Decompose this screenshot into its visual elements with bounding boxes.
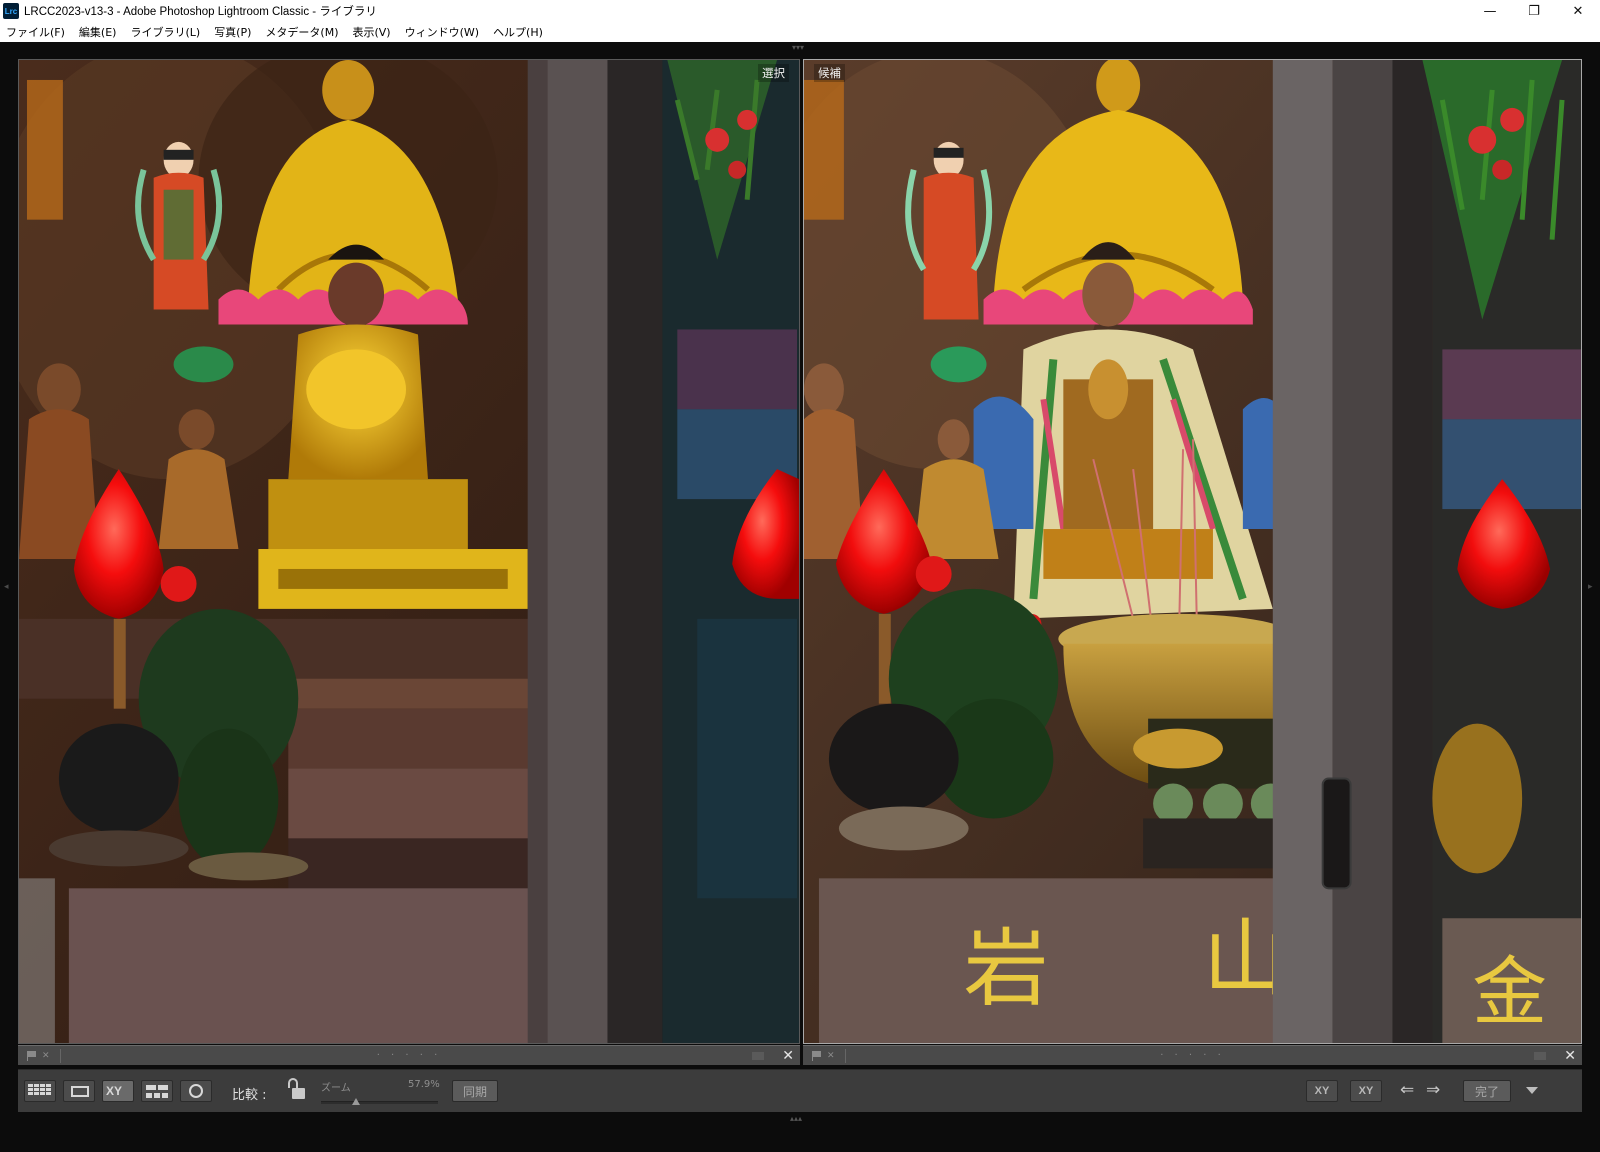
select-info-strip: ✕ · · · · · ✕ — [18, 1045, 800, 1065]
left-panel-toggle[interactable]: ◂ — [4, 582, 9, 592]
menu-library[interactable]: ライブラリ(L) — [130, 24, 200, 40]
compare-workarea: ▾▾▾ ◂ ▸ 選択 岩 山 金 候補 — [0, 42, 1600, 1152]
people-view-icon — [189, 1084, 203, 1098]
loupe-view-icon — [71, 1086, 89, 1097]
make-select-button[interactable]: XY — [1350, 1080, 1382, 1102]
grid-view-icon — [28, 1084, 51, 1095]
zoom-slider[interactable] — [321, 1098, 438, 1105]
menu-window[interactable]: ウィンドウ(W) — [405, 24, 479, 40]
bottom-panel-toggle[interactable]: ▴▴▴ — [790, 1114, 802, 1123]
compare-label: 比較 : — [232, 1088, 267, 1103]
zoom-slider-thumb[interactable] — [352, 1098, 361, 1105]
menu-view[interactable]: 表示(V) — [352, 24, 390, 40]
strip-divider — [845, 1048, 846, 1063]
reject-icon[interactable]: ✕ — [42, 1051, 54, 1061]
rating-dots[interactable]: · · · · · — [1160, 1050, 1225, 1061]
dropdown-icon[interactable] — [1526, 1087, 1538, 1094]
candidate-photo: 岩 山 金 — [804, 60, 1581, 1043]
pedestal-char-1: 岩 — [964, 919, 1049, 1018]
zoom-value: 57.9% — [408, 1079, 440, 1090]
select-label: 選択 — [758, 64, 789, 82]
color-label-box[interactable] — [752, 1051, 764, 1060]
survey-view-icon — [146, 1085, 170, 1098]
sync-button[interactable]: 同期 — [452, 1080, 498, 1102]
menu-photo[interactable]: 写真(P) — [214, 24, 251, 40]
swap-button[interactable]: XY — [1306, 1080, 1338, 1102]
select-photo — [19, 60, 799, 1043]
compare-view-icon: XY — [106, 1084, 123, 1098]
close-candidate-icon[interactable]: ✕ — [1564, 1048, 1576, 1064]
survey-view-button[interactable] — [141, 1080, 173, 1102]
make-select-icon: XY — [1358, 1085, 1374, 1097]
title-bar: Lrc LRCC2023-v13-3 - Adobe Photoshop Lig… — [0, 0, 1600, 22]
color-label-box[interactable] — [1534, 1051, 1546, 1060]
next-arrow-icon[interactable]: ⇒ — [1426, 1080, 1440, 1100]
lightroom-app-icon: Lrc — [3, 3, 19, 19]
menu-file[interactable]: ファイル(F) — [6, 24, 65, 40]
right-panel-toggle[interactable]: ▸ — [1588, 582, 1593, 592]
maximize-button[interactable]: ❐ — [1512, 0, 1556, 22]
select-photo-panel[interactable]: 選択 — [18, 59, 800, 1044]
menu-help[interactable]: ヘルプ(H) — [493, 24, 543, 40]
done-button[interactable]: 完了 — [1463, 1080, 1511, 1102]
close-button[interactable]: ✕ — [1556, 0, 1600, 22]
close-select-icon[interactable]: ✕ — [782, 1048, 794, 1064]
minimize-button[interactable]: — — [1468, 0, 1512, 22]
grid-view-button[interactable] — [24, 1080, 56, 1102]
strip-divider — [60, 1048, 61, 1063]
prev-arrow-icon[interactable]: ⇐ — [1400, 1080, 1414, 1100]
candidate-info-strip: ✕ · · · · · ✕ — [803, 1045, 1582, 1065]
menu-edit[interactable]: 編集(E) — [79, 24, 117, 40]
loupe-view-button[interactable] — [63, 1080, 95, 1102]
candidate-label: 候補 — [814, 64, 845, 82]
top-panel-toggle[interactable]: ▾▾▾ — [790, 44, 806, 52]
swap-icon: XY — [1314, 1085, 1330, 1097]
window-controls: — ❐ ✕ — [1468, 0, 1600, 22]
pedestal-char-3: 金 — [1472, 949, 1547, 1036]
menu-metadata[interactable]: メタデータ(M) — [265, 24, 338, 40]
reject-icon[interactable]: ✕ — [827, 1051, 839, 1061]
window-title: LRCC2023-v13-3 - Adobe Photoshop Lightro… — [24, 6, 377, 18]
compare-toolbar: XY 比較 : ズーム 57.9% 同期 XY XY ⇐ ⇒ 完了 — [18, 1069, 1582, 1112]
menu-bar: ファイル(F) 編集(E) ライブラリ(L) 写真(P) メタデータ(M) 表示… — [0, 22, 1600, 42]
zoom-label: ズーム — [321, 1083, 351, 1094]
people-view-button[interactable] — [180, 1080, 212, 1102]
compare-view-button[interactable]: XY — [102, 1080, 134, 1102]
flag-icon[interactable] — [26, 1050, 40, 1061]
rating-dots[interactable]: · · · · · — [377, 1050, 442, 1061]
flag-icon[interactable] — [811, 1050, 825, 1061]
candidate-photo-panel[interactable]: 岩 山 金 候補 — [803, 59, 1582, 1044]
lock-icon[interactable] — [286, 1078, 306, 1100]
